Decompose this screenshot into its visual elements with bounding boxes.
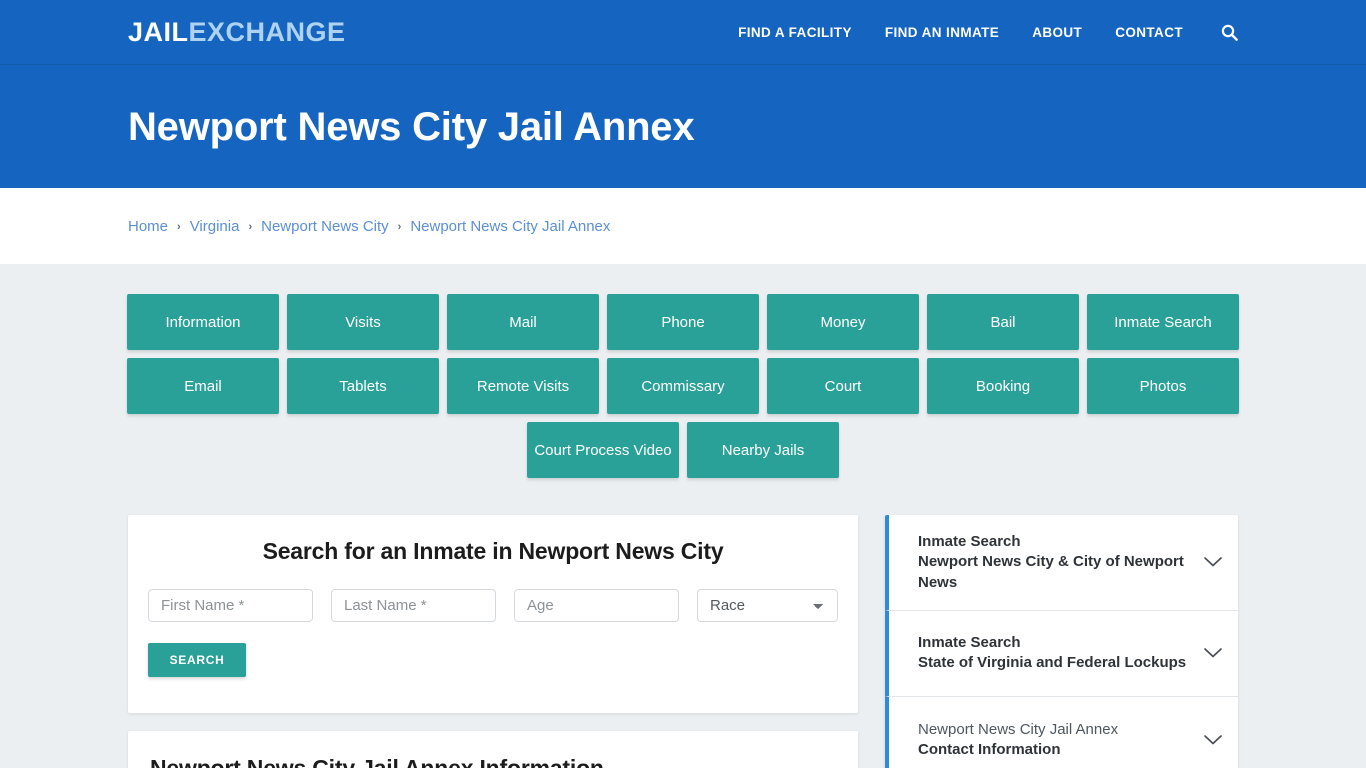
breadcrumb-item-home[interactable]: Home [128, 218, 168, 235]
tile-nearby-jails[interactable]: Nearby Jails [687, 422, 839, 478]
logo-text-primary: JAIL [128, 16, 189, 47]
tile-row-3: Court Process Video Nearby Jails [527, 422, 839, 478]
primary-nav-links: FIND A FACILITY FIND AN INMATE ABOUT CON… [738, 24, 1238, 41]
facility-information-card: Newport News City Jail Annex Information [128, 731, 858, 768]
accordion-item-line1: Inmate Search [918, 634, 1021, 651]
content-columns: Search for an Inmate in Newport News Cit… [128, 486, 1238, 768]
accordion-item-line2: Newport News City & City of Newport News [918, 553, 1184, 591]
breadcrumb-item-virginia[interactable]: Virginia [190, 218, 240, 235]
chevron-down-icon[interactable] [1202, 734, 1224, 746]
nav-item-find-an-inmate[interactable]: FIND AN INMATE [885, 25, 999, 40]
breadcrumb-item-newport-news-city[interactable]: Newport News City [261, 218, 389, 235]
breadcrumb-band: Home › Virginia › Newport News City › Ne… [0, 188, 1366, 264]
inmate-search-card: Search for an Inmate in Newport News Cit… [128, 515, 858, 713]
accordion-item-text: Inmate Search Newport News City & City o… [918, 532, 1194, 593]
nav-item-about[interactable]: ABOUT [1032, 25, 1082, 40]
tile-money[interactable]: Money [767, 294, 919, 350]
accordion-item-inmate-search-state[interactable]: Inmate Search State of Virginia and Fede… [885, 610, 1238, 697]
first-name-input[interactable] [148, 589, 313, 622]
accordion-item-contact-information[interactable]: Newport News City Jail Annex Contact Inf… [885, 696, 1238, 768]
tile-remote-visits[interactable]: Remote Visits [447, 358, 599, 414]
tile-court-process-video[interactable]: Court Process Video [527, 422, 679, 478]
page-title: Newport News City Jail Annex [128, 104, 695, 149]
chevron-down-icon[interactable] [1202, 647, 1224, 659]
accordion-item-line1: Newport News City Jail Annex [918, 720, 1119, 738]
accordion-item-line2: Contact Information [918, 740, 1061, 758]
sidebar-accordion: Inmate Search Newport News City & City o… [885, 515, 1238, 768]
tile-photos[interactable]: Photos [1087, 358, 1239, 414]
breadcrumb: Home › Virginia › Newport News City › Ne… [128, 218, 610, 235]
tile-visits[interactable]: Visits [287, 294, 439, 350]
nav-item-find-a-facility[interactable]: FIND A FACILITY [738, 25, 852, 40]
main-column: Search for an Inmate in Newport News Cit… [128, 515, 858, 768]
tile-bail[interactable]: Bail [927, 294, 1079, 350]
tile-row-2: Email Tablets Remote Visits Commissary C… [127, 358, 1239, 414]
chevron-down-icon[interactable] [1202, 556, 1224, 568]
tile-tablets[interactable]: Tablets [287, 358, 439, 414]
main-content: Information Visits Mail Phone Money Bail… [0, 264, 1366, 768]
top-navigation-bar: JAILEXCHANGE FIND A FACILITY FIND AN INM… [0, 0, 1366, 65]
search-icon[interactable] [1221, 24, 1238, 41]
accordion-item-inmate-search-local[interactable]: Inmate Search Newport News City & City o… [885, 515, 1238, 611]
logo-text-secondary: EXCHANGE [188, 16, 346, 47]
last-name-input[interactable] [331, 589, 496, 622]
breadcrumb-separator-icon: › [248, 220, 253, 233]
race-select[interactable]: Race [697, 589, 838, 622]
tile-row-1: Information Visits Mail Phone Money Bail… [127, 294, 1239, 350]
inmate-search-fields: Race [148, 589, 838, 622]
tile-booking[interactable]: Booking [927, 358, 1079, 414]
tile-mail[interactable]: Mail [447, 294, 599, 350]
tile-court[interactable]: Court [767, 358, 919, 414]
tile-commissary[interactable]: Commissary [607, 358, 759, 414]
accordion-item-text: Newport News City Jail Annex Contact Inf… [918, 720, 1194, 761]
tile-information[interactable]: Information [127, 294, 279, 350]
accordion-item-line1: Inmate Search [918, 533, 1021, 550]
site-logo[interactable]: JAILEXCHANGE [128, 16, 346, 47]
nav-item-contact[interactable]: CONTACT [1115, 25, 1183, 40]
facility-section-tiles: Information Visits Mail Phone Money Bail… [127, 264, 1239, 486]
search-button[interactable]: SEARCH [148, 643, 246, 677]
accordion-item-line2: State of Virginia and Federal Lockups [918, 654, 1187, 672]
facility-information-heading: Newport News City Jail Annex Information [150, 755, 604, 768]
page-hero-band: Newport News City Jail Annex [0, 65, 1366, 188]
tile-email[interactable]: Email [127, 358, 279, 414]
accordion-item-text: Inmate Search State of Virginia and Fede… [918, 633, 1194, 674]
tile-inmate-search[interactable]: Inmate Search [1087, 294, 1239, 350]
sidebar-column: Inmate Search Newport News City & City o… [885, 515, 1238, 768]
tile-phone[interactable]: Phone [607, 294, 759, 350]
breadcrumb-separator-icon: › [397, 220, 402, 233]
inmate-search-heading: Search for an Inmate in Newport News Cit… [262, 538, 724, 564]
age-input[interactable] [514, 589, 679, 622]
breadcrumb-item-current[interactable]: Newport News City Jail Annex [410, 218, 610, 235]
breadcrumb-separator-icon: › [177, 220, 181, 233]
